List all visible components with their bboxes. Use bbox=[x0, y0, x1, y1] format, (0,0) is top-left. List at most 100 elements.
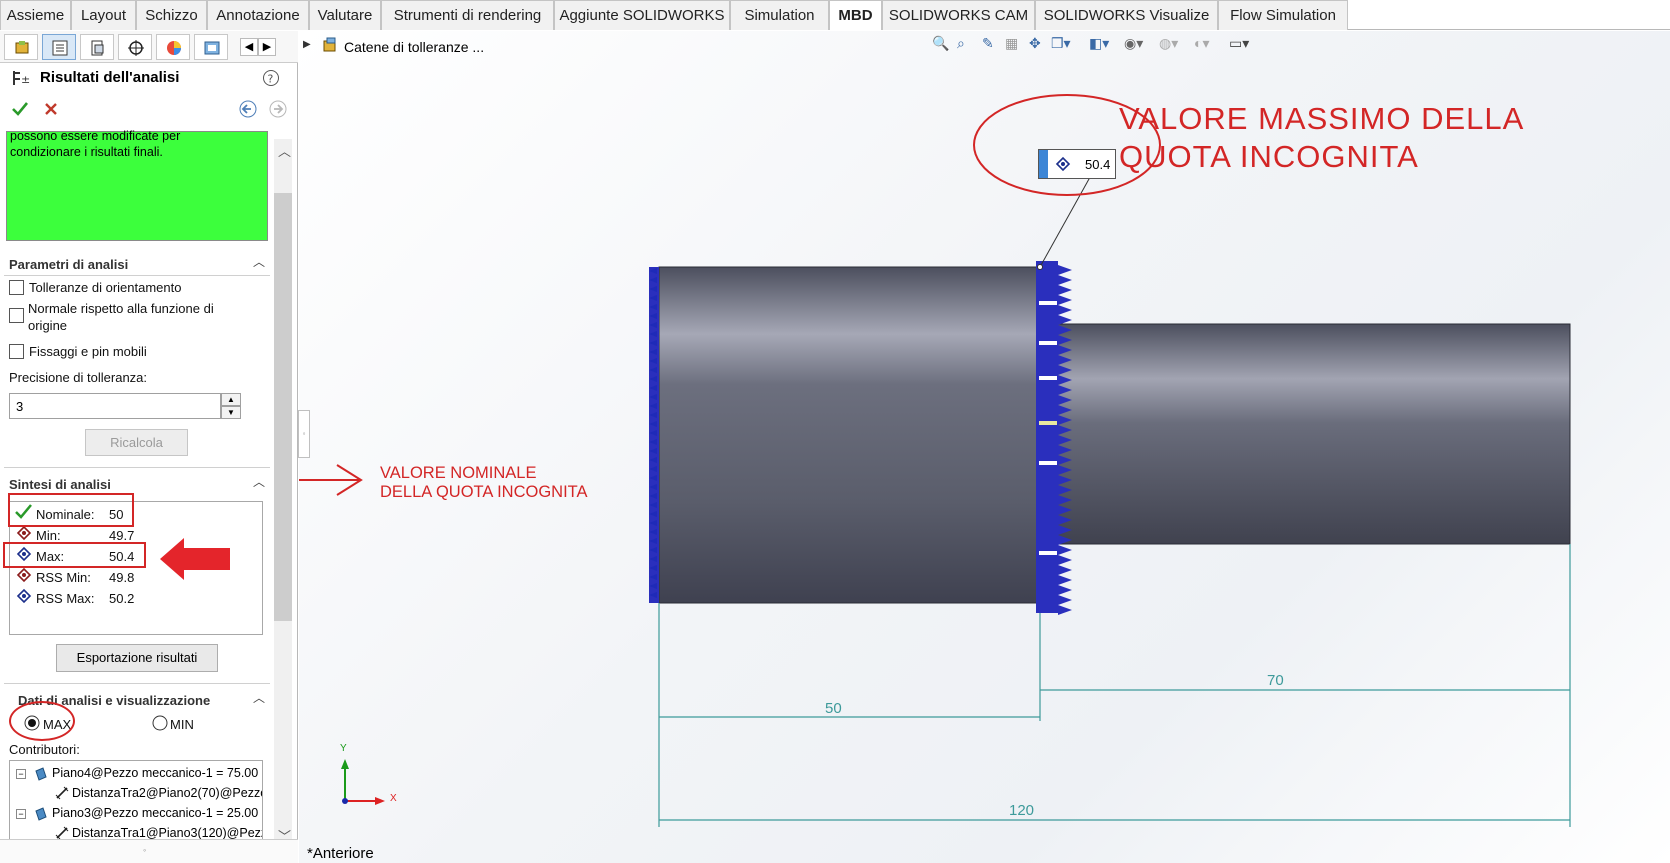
summary-rss-min-label: RSS Min: bbox=[36, 570, 91, 585]
chevron-up-icon[interactable]: ︿ bbox=[253, 253, 265, 270]
dimension-120-label[interactable]: 120 bbox=[1009, 802, 1034, 819]
red-arrow-icon bbox=[160, 538, 230, 580]
summary-min-label: Min: bbox=[36, 528, 61, 543]
summary-rss-max-label: RSS Max: bbox=[36, 591, 95, 606]
message-line-1: possono essere modificate per bbox=[10, 129, 181, 143]
tree-collapse-toggle[interactable]: − bbox=[16, 769, 26, 779]
small-cylinder-section[interactable] bbox=[1039, 323, 1571, 545]
tab-simulation[interactable]: Simulation bbox=[730, 0, 829, 30]
precision-stepper-down[interactable]: ▼ bbox=[221, 406, 241, 419]
cancel-x-button[interactable] bbox=[42, 100, 60, 118]
dimension-50-label[interactable]: 50 bbox=[825, 700, 842, 717]
datum-arrow bbox=[1058, 585, 1072, 595]
distance-dimension-icon bbox=[55, 786, 69, 800]
feature-tree-icon bbox=[15, 41, 29, 54]
tab-flow-simulation[interactable]: Flow Simulation bbox=[1218, 0, 1348, 30]
note-max-line-2: QUOTA INCOGNITA bbox=[1119, 139, 1419, 174]
datum-arrow bbox=[1058, 295, 1072, 305]
tab-annotazione[interactable]: Annotazione bbox=[207, 0, 309, 30]
tab-assieme[interactable]: Assieme bbox=[0, 0, 71, 30]
fixtures-label: Fissaggi e pin mobili bbox=[29, 344, 147, 359]
datum-arrow bbox=[1058, 565, 1072, 575]
tolerance-rss-min-icon bbox=[16, 567, 32, 583]
resize-grip-icon[interactable]: ◦ bbox=[143, 845, 146, 855]
tab-scroll-left-button[interactable]: ◀ bbox=[240, 38, 258, 56]
tree-collapse-toggle[interactable]: − bbox=[16, 809, 26, 819]
tolerance-max-icon bbox=[1055, 156, 1071, 172]
max-highlight-box bbox=[3, 542, 146, 568]
color-wheel-icon bbox=[167, 41, 181, 55]
tab-solidworks-cam[interactable]: SOLIDWORKS CAM bbox=[882, 0, 1035, 30]
export-results-button[interactable]: Esportazione risultati bbox=[56, 644, 218, 672]
tab-solidworks-visualize[interactable]: SOLIDWORKS Visualize bbox=[1035, 0, 1218, 30]
tab-aggiunte-solidworks[interactable]: Aggiunte SOLIDWORKS bbox=[554, 0, 730, 30]
tree-item-distanza1[interactable]: DistanzaTra1@Piano3(120)@Pezz bbox=[72, 826, 262, 840]
large-cylinder-section[interactable] bbox=[658, 266, 1041, 604]
part-model-drawing bbox=[299, 94, 1571, 827]
fixtures-checkbox[interactable] bbox=[9, 344, 24, 359]
tab-schizzo[interactable]: Schizzo bbox=[136, 0, 207, 30]
tab-strumenti-rendering[interactable]: Strumenti di rendering bbox=[381, 0, 554, 30]
dimension-70-label[interactable]: 70 bbox=[1267, 672, 1284, 689]
graphics-viewport[interactable]: ▶ Catene di tolleranze ... 🔍 ⌕ ✎ ▦ ✥ ❒▾ … bbox=[299, 31, 1670, 863]
ok-check-button[interactable] bbox=[10, 99, 30, 119]
dimxpert-tab[interactable] bbox=[118, 34, 152, 60]
min-radio[interactable] bbox=[152, 715, 168, 731]
precision-input[interactable]: 3 bbox=[9, 393, 221, 419]
max-value-callout[interactable]: 50.4 bbox=[1038, 149, 1116, 179]
tolerance-min-icon bbox=[16, 525, 32, 541]
chevron-up-icon[interactable]: ︿ bbox=[253, 473, 265, 490]
normal-origin-label-1: Normale rispetto alla funzione di bbox=[28, 301, 214, 316]
datum-arrow bbox=[1058, 275, 1072, 285]
next-arrow-button[interactable] bbox=[268, 99, 288, 119]
configuration-manager-tab[interactable] bbox=[80, 34, 114, 60]
datum-arrow bbox=[1058, 285, 1072, 295]
tree-item-distanza2[interactable]: DistanzaTra2@Piano2(70)@Pezzo bbox=[72, 786, 262, 800]
tab-scroll-right-button[interactable]: ▶ bbox=[258, 38, 276, 56]
panel-footer: ◦ bbox=[0, 839, 298, 863]
recalculate-button[interactable]: Ricalcola bbox=[85, 429, 188, 456]
nominal-highlight-box bbox=[8, 493, 134, 527]
axis-y-label: Y bbox=[340, 743, 347, 754]
feature-manager-tab[interactable] bbox=[4, 34, 38, 60]
property-manager-tab[interactable] bbox=[42, 34, 76, 60]
tree-item-piano4[interactable]: Piano4@Pezzo meccanico-1 = 75.00 bbox=[52, 766, 258, 780]
precision-label: Precisione di tolleranza: bbox=[9, 370, 148, 385]
panel-collapse-handle[interactable]: ◦ bbox=[298, 410, 310, 458]
normal-origin-checkbox[interactable] bbox=[9, 308, 24, 323]
precision-value: 3 bbox=[16, 399, 24, 414]
message-line-2: condizionare i risultati finali. bbox=[10, 145, 163, 159]
precision-stepper-up[interactable]: ▲ bbox=[221, 393, 241, 406]
property-manager-panel: ◀ ▶ ± Risultati dell'analisi ? ︿ ﹀ posso… bbox=[0, 31, 298, 863]
question-circle-icon[interactable]: ? bbox=[262, 69, 280, 87]
orient-tolerance-checkbox[interactable] bbox=[9, 280, 24, 295]
note-nominal-line-2: DELLA QUOTA INCOGNITA bbox=[380, 483, 588, 501]
svg-text:?: ? bbox=[268, 73, 274, 86]
tree-item-piano3[interactable]: Piano3@Pezzo meccanico-1 = 25.00 bbox=[52, 806, 258, 820]
previous-arrow-button[interactable] bbox=[238, 99, 258, 119]
tab-layout[interactable]: Layout bbox=[71, 0, 136, 30]
panel-title: Risultati dell'analisi bbox=[40, 69, 180, 86]
min-radio-label: MIN bbox=[170, 717, 194, 732]
chevron-up-icon[interactable]: ︿ bbox=[253, 689, 265, 706]
panel-tab-strip: ◀ ▶ bbox=[0, 31, 298, 63]
axis-x-label: X bbox=[390, 793, 397, 804]
summary-rss-max-value: 50.2 bbox=[109, 591, 135, 606]
tab-mbd[interactable]: MBD bbox=[829, 0, 882, 30]
datum-arrow bbox=[1058, 265, 1072, 275]
display-manager-tab[interactable] bbox=[156, 34, 190, 60]
callout-value: 50.4 bbox=[1085, 157, 1111, 172]
mbd-tab[interactable] bbox=[194, 34, 228, 60]
divider bbox=[4, 683, 270, 684]
max-highlight-ellipse bbox=[9, 701, 75, 741]
orient-tolerance-label: Tolleranze di orientamento bbox=[29, 280, 182, 295]
configuration-icon bbox=[91, 40, 104, 56]
scroll-up-arrow-icon[interactable]: ︿ bbox=[278, 141, 291, 160]
plane-icon bbox=[35, 807, 47, 821]
plane-icon bbox=[35, 767, 47, 781]
tab-valutare[interactable]: Valutare bbox=[309, 0, 381, 30]
callout-color-bar bbox=[1039, 150, 1048, 178]
summary-rss-min-value: 49.8 bbox=[109, 570, 135, 585]
panel-scrollbar-thumb[interactable] bbox=[274, 193, 292, 621]
datum-arrow bbox=[1058, 555, 1072, 565]
